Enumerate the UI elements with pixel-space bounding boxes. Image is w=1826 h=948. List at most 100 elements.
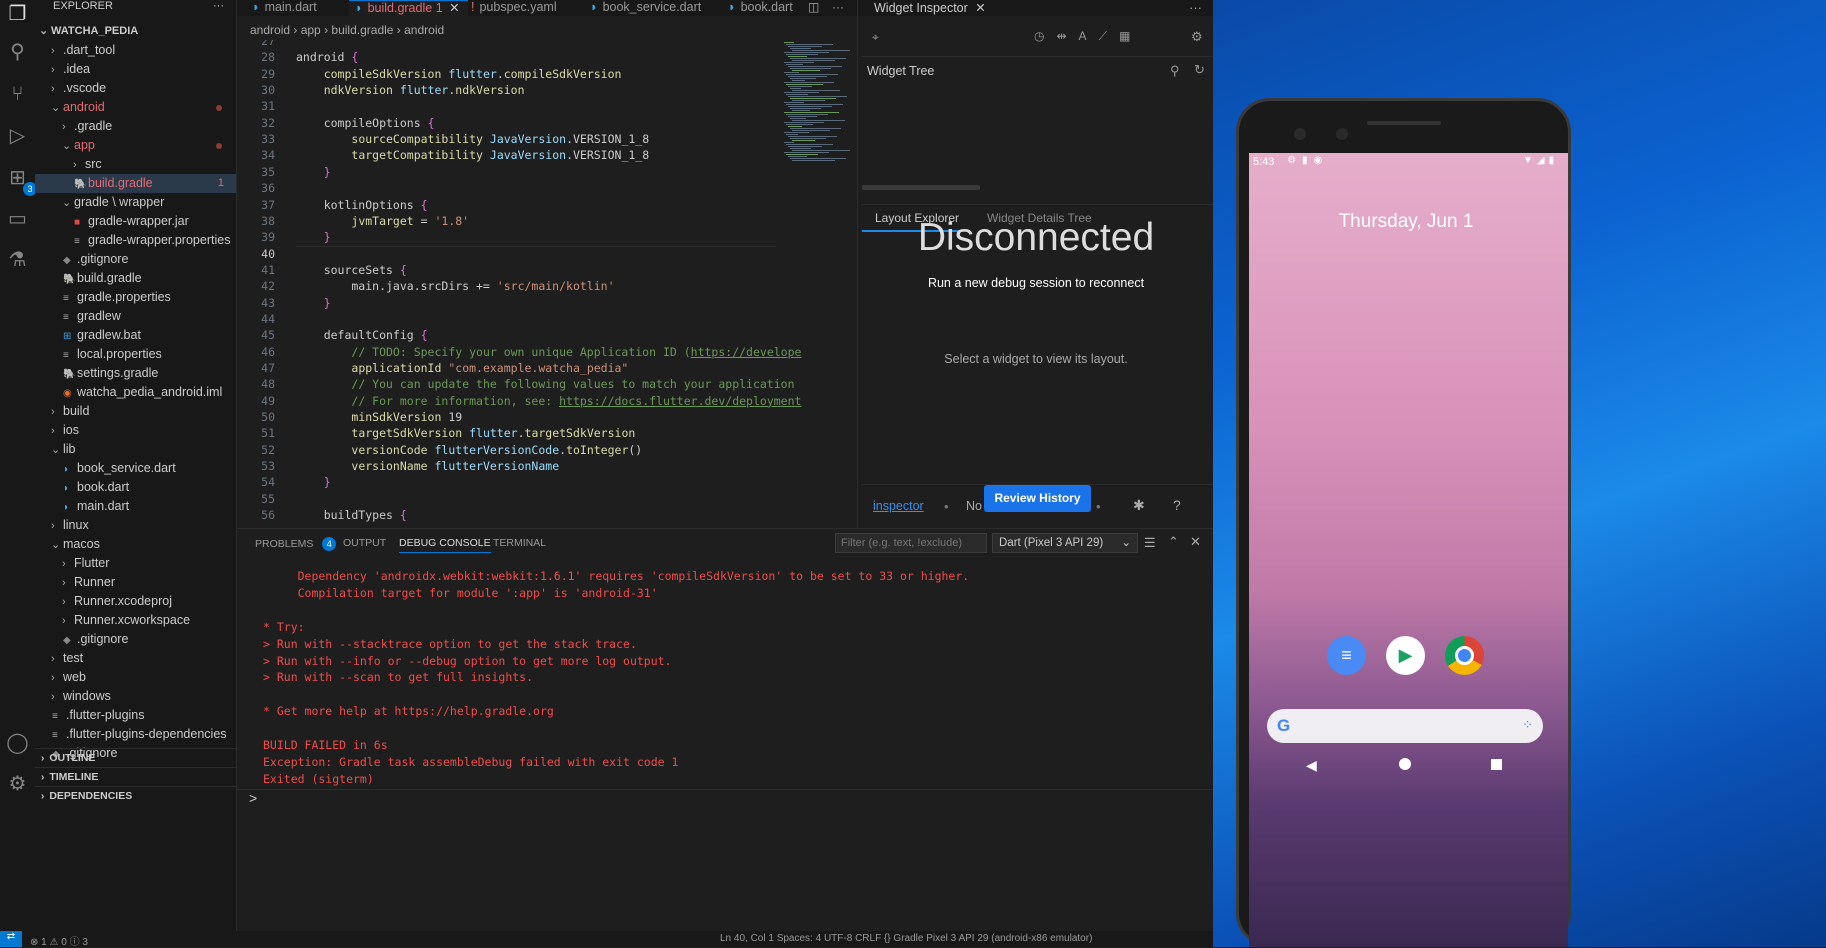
tree-folder[interactable]: › web <box>35 668 236 687</box>
tree-file[interactable]: ⊞ gradlew.bat <box>35 326 236 345</box>
code-line[interactable]: defaultConfig { <box>296 328 428 342</box>
code-line[interactable]: } <box>296 296 331 310</box>
refresh-icon[interactable]: ↻ <box>1194 62 1205 78</box>
problems-status[interactable]: ⊗ 1 ⚠ 0 ⓘ 3 <box>30 933 88 948</box>
inspector-settings-icon[interactable]: ⚙ <box>1191 29 1203 45</box>
code-line[interactable]: // TODO: Specify your own unique Applica… <box>296 345 801 359</box>
tree-file[interactable]: ■ gradle-wrapper.jar <box>35 212 236 231</box>
run-debug-icon[interactable]: ▷ <box>5 124 30 149</box>
code-line[interactable]: android { <box>296 50 358 64</box>
code-line[interactable]: targetCompatibility JavaVersion.VERSION_… <box>296 148 649 162</box>
search-icon[interactable]: ⚲ <box>1170 63 1180 79</box>
close-icon[interactable]: ✕ <box>449 1 459 15</box>
more-actions-icon[interactable]: ··· <box>213 0 236 14</box>
code-line[interactable]: ndkVersion flutter.ndkVersion <box>296 83 525 97</box>
phone-screen[interactable]: 5:43 ⚙▮◉ ▼◢▮ Thursday, Jun 1 ≡ ▶ G ⁘ ◀ <box>1249 153 1568 947</box>
home-nav-icon[interactable] <box>1399 758 1411 770</box>
tree-file[interactable]: ◉ watcha_pedia_android.iml <box>35 383 236 402</box>
tree-folder[interactable]: ⌄ android <box>35 98 236 117</box>
explorer-icon[interactable]: ❐ <box>5 2 30 27</box>
code-line[interactable]: targetSdkVersion flutter.targetSdkVersio… <box>296 426 635 440</box>
code-line[interactable]: compileOptions { <box>296 116 435 130</box>
tree-folder[interactable]: ⌄ macos <box>35 535 236 554</box>
remote-icon[interactable]: ⇄ <box>0 931 22 947</box>
tree-folder[interactable]: › build <box>35 402 236 421</box>
bug-icon[interactable]: ✱ <box>1133 497 1145 514</box>
tree-file[interactable]: ◆ .gitignore <box>35 630 236 649</box>
remote-explorer-icon[interactable]: ▭ <box>5 207 30 232</box>
play-store-app-icon[interactable]: ▶ <box>1386 636 1425 675</box>
text-scale-icon[interactable]: A <box>1079 29 1099 43</box>
breadcrumb-item[interactable]: build.gradle <box>331 23 393 37</box>
breadcrumb-item[interactable]: app <box>301 23 321 37</box>
help-icon[interactable]: ? <box>1173 497 1181 513</box>
inspector-tab[interactable]: Widget Inspector ✕ <box>874 0 986 15</box>
code-line[interactable]: sourceCompatibility JavaVersion.VERSION_… <box>296 132 649 146</box>
code-line[interactable]: main.java.srcDirs += 'src/main/kotlin' <box>296 279 614 293</box>
tree-file[interactable]: 🐘 build.gradle 1 <box>35 174 236 193</box>
minimap[interactable] <box>782 40 857 528</box>
code-line[interactable]: } <box>296 475 331 489</box>
code-line[interactable]: // For more information, see: https://do… <box>296 394 801 408</box>
assistant-icon[interactable]: ⁘ <box>1522 717 1533 733</box>
tree-file[interactable]: 🐘 settings.gradle <box>35 364 236 383</box>
inspector-more-icon[interactable]: ··· <box>1189 0 1202 15</box>
project-root[interactable]: ⌄ WATCHA_PEDIA <box>35 22 236 41</box>
code-editor[interactable]: 27 28 android {29 compileSdkVersion flutte… <box>237 40 857 528</box>
code-line[interactable]: } <box>296 230 331 244</box>
tab-book-dart[interactable]: ◗ book.dart <box>722 0 801 16</box>
tree-file[interactable]: ≡ .flutter-plugins-dependencies <box>35 725 236 744</box>
tree-file[interactable]: 🐘 build.gradle <box>35 269 236 288</box>
tree-file[interactable]: ≡ gradlew <box>35 307 236 326</box>
tree-file[interactable]: ≡ gradle.properties <box>35 288 236 307</box>
tree-folder[interactable]: › .idea <box>35 60 236 79</box>
tree-file[interactable]: ≡ .flutter-plugins <box>35 706 236 725</box>
tab-pubspec-yaml[interactable]: ! pubspec.yaml <box>465 0 565 16</box>
close-icon[interactable]: ✕ <box>975 1 985 15</box>
code-line[interactable]: versionName flutterVersionName <box>296 459 559 473</box>
tree-folder[interactable]: › Runner.xcodeproj <box>35 592 236 611</box>
extensions-icon[interactable]: ⊞ 3 <box>5 166 37 196</box>
code-line[interactable]: sourceSets { <box>296 263 407 277</box>
tree-folder[interactable]: › src <box>35 155 236 174</box>
recents-nav-icon[interactable] <box>1491 759 1502 770</box>
tree-folder[interactable]: ⌄ gradle \ wrapper <box>35 193 236 212</box>
section-dependencies[interactable]: › DEPENDENCIES <box>35 786 236 805</box>
tree-file[interactable]: ◗ main.dart <box>35 497 236 516</box>
tab-debug-console[interactable]: DEBUG CONSOLE <box>399 537 491 553</box>
code-line[interactable]: jvmTarget = '1.8' <box>296 214 469 228</box>
tab-build-gradle[interactable]: ◗ build.gradle 1 ✕ <box>349 0 468 16</box>
clear-console-icon[interactable]: ☰ <box>1144 535 1156 551</box>
back-nav-icon[interactable]: ◀ <box>1306 757 1317 774</box>
slow-animations-icon[interactable]: ▦ <box>1119 29 1142 43</box>
code-line[interactable]: applicationId "com.example.watcha_pedia" <box>296 361 628 375</box>
tree-folder[interactable]: › test <box>35 649 236 668</box>
tree-file[interactable]: ◗ book.dart <box>35 478 236 497</box>
code-line[interactable]: minSdkVersion 19 <box>296 410 462 424</box>
tree-folder[interactable]: ⌄ app <box>35 136 236 155</box>
repaint-icon[interactable]: ⟋ <box>1099 29 1119 43</box>
select-widget-mode-icon[interactable]: ⌖ <box>872 30 879 45</box>
tree-folder[interactable]: › .vscode <box>35 79 236 98</box>
google-search-bar[interactable]: G ⁘ <box>1267 709 1543 743</box>
console-prompt[interactable]: > <box>249 790 257 806</box>
code-line[interactable]: versionCode flutterVersionCode.toInteger… <box>296 443 642 457</box>
horizontal-scrollbar[interactable] <box>862 185 980 190</box>
settings-gear-icon[interactable]: ⚙ <box>5 772 30 797</box>
tab-main-dart[interactable]: ◗ main.dart <box>246 0 325 16</box>
section-timeline[interactable]: › TIMELINE <box>35 767 236 786</box>
tree-folder[interactable]: › .gradle <box>35 117 236 136</box>
chrome-app-icon[interactable] <box>1445 636 1484 675</box>
tree-folder[interactable]: ⌄ lib <box>35 440 236 459</box>
breadcrumb-item[interactable]: android <box>250 23 290 37</box>
tree-file[interactable]: ◗ book_service.dart <box>35 459 236 478</box>
section-outline[interactable]: › OUTLINE <box>35 748 236 767</box>
tree-file[interactable]: ≡ gradle-wrapper.properties <box>35 231 236 250</box>
tab-problems[interactable]: PROBLEMS 4 <box>255 537 337 551</box>
code-line[interactable]: } <box>296 165 331 179</box>
code-line[interactable]: kotlinOptions { <box>296 198 428 212</box>
debug-session-select[interactable]: Dart (Pixel 3 API 29) ⌄ <box>992 533 1138 553</box>
console-filter-input[interactable] <box>835 533 987 553</box>
tree-file[interactable]: ≡ local.properties <box>35 345 236 364</box>
code-line[interactable]: compileSdkVersion flutter.compileSdkVers… <box>296 67 622 81</box>
